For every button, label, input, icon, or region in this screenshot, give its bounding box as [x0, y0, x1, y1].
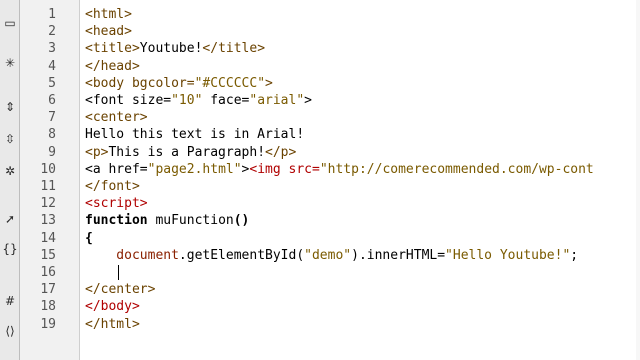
code-token: muFunction [147, 213, 234, 229]
line-number: 2 [48, 24, 56, 40]
code-token: face= [202, 93, 250, 108]
line-number: 14 [40, 230, 56, 246]
line-number: 10 [40, 161, 56, 177]
code-line[interactable]: </head> [85, 58, 140, 75]
code-token: "http://comerecommended.com/wp-cont [319, 161, 594, 177]
code-line[interactable]: <center> [85, 109, 148, 126]
code-line[interactable]: <p>This is a Paragraph!</p> [85, 144, 296, 161]
code-token: <body bgcolor= [85, 75, 195, 91]
select-icon[interactable]: ✲ [0, 160, 20, 182]
code-line[interactable]: { [85, 230, 93, 247]
cursor-icon[interactable]: ➚ [0, 208, 20, 230]
code-token: </title> [202, 41, 266, 57]
line-number: 17 [40, 282, 56, 298]
code-line[interactable]: <head> [85, 23, 132, 40]
line-number: 5 [48, 75, 56, 91]
code-token: "10" [171, 93, 203, 108]
code-token: <head> [85, 24, 132, 40]
line-number: 16 [40, 265, 56, 280]
code-token: <script> [85, 196, 148, 212]
expand-icon[interactable]: ⇕ [0, 96, 20, 118]
line-number: 6 [48, 93, 56, 108]
code-line[interactable]: <title>Youtube!</title> [85, 40, 265, 57]
code-token: ; [570, 247, 579, 263]
code-line[interactable]: </body> [85, 298, 140, 315]
line-number: 1 [48, 7, 56, 22]
code-line[interactable]: </center> [85, 281, 155, 298]
code-line[interactable]: Hello this text is in Arial! [85, 126, 304, 143]
code-token: <p> [85, 144, 109, 160]
code-token: "arial" [249, 93, 305, 108]
code-token: function [85, 213, 148, 229]
code-token: > [304, 93, 312, 108]
line-number: 18 [40, 299, 56, 315]
code-token: </body> [85, 299, 140, 315]
line-number: 15 [40, 247, 56, 263]
code-token: { [85, 230, 93, 246]
snippet-icon[interactable]: # [0, 290, 20, 312]
code-line[interactable]: </font> [85, 178, 140, 195]
code-token: <center> [85, 110, 148, 126]
code-token: > [265, 75, 273, 91]
code-token: () [233, 213, 250, 229]
text-cursor [118, 265, 119, 280]
scroll-edge [636, 0, 640, 360]
code-token: ).innerHTML= [351, 247, 446, 263]
code-token: <html> [85, 7, 132, 22]
code-line[interactable]: document.getElementById("demo").innerHTM… [85, 247, 578, 264]
code-line[interactable]: <html> [85, 6, 132, 23]
code-line[interactable]: <body bgcolor="#CCCCCC"> [85, 75, 273, 92]
code-token: "#CCCCCC" [194, 75, 266, 91]
code-line[interactable]: <font size="10" face="arial"> [85, 92, 312, 109]
braces-icon[interactable]: {} [0, 238, 20, 260]
code-token: "demo" [304, 247, 352, 263]
code-line[interactable]: function muFunction() [85, 212, 249, 229]
settings-icon[interactable]: ✳ [0, 52, 20, 74]
new-file-icon[interactable]: ▭ [0, 12, 20, 34]
code-token: </center> [85, 282, 156, 298]
code-token: </p> [265, 144, 297, 160]
code-token: Hello this text is in Arial! [85, 127, 305, 143]
side-toolbar: ▭ ✳ ⇕ ⇳ ✲ ➚ {} # ⟨⟩ [0, 0, 20, 360]
line-number: 11 [40, 179, 56, 194]
code-token: <img src= [249, 161, 320, 177]
code-token: .getElementById( [178, 247, 305, 263]
line-number: 12 [40, 196, 56, 212]
line-number: 13 [40, 213, 56, 229]
code-editor[interactable]: <html> <head> <title>Youtube!</title> </hea… [85, 6, 640, 360]
code-line[interactable]: <script> [85, 195, 148, 212]
code-line[interactable]: <a href="page2.html"><img src="http://co… [85, 161, 594, 178]
code-token: </head> [85, 58, 140, 74]
code-token: <font size= [85, 93, 172, 108]
code-token: </html> [85, 316, 140, 332]
line-number-gutter: 1 2 3 4 5 6 7 8 9 10 11 12 13 14 15 16 17 18 19 [20, 0, 80, 360]
line-number: 9 [48, 144, 56, 160]
line-number: 19 [40, 316, 56, 332]
indent-icon[interactable]: ⟨⟩ [0, 320, 20, 342]
code-token: <a href= [85, 161, 148, 177]
line-number: 4 [48, 58, 56, 74]
code-token: "Hello Youtube!" [445, 247, 571, 263]
line-number: 7 [48, 110, 56, 126]
collapse-icon[interactable]: ⇳ [0, 128, 20, 150]
code-token: This is a Paragraph! [108, 144, 266, 160]
code-token: Youtube! [139, 41, 203, 57]
line-number: 3 [48, 41, 56, 57]
line-number: 8 [48, 127, 56, 143]
code-token: "page2.html" [147, 161, 242, 177]
code-line[interactable]: </html> [85, 316, 140, 333]
code-token: <title> [85, 41, 140, 57]
code-token: </font> [85, 179, 140, 194]
code-token: document [85, 247, 179, 263]
